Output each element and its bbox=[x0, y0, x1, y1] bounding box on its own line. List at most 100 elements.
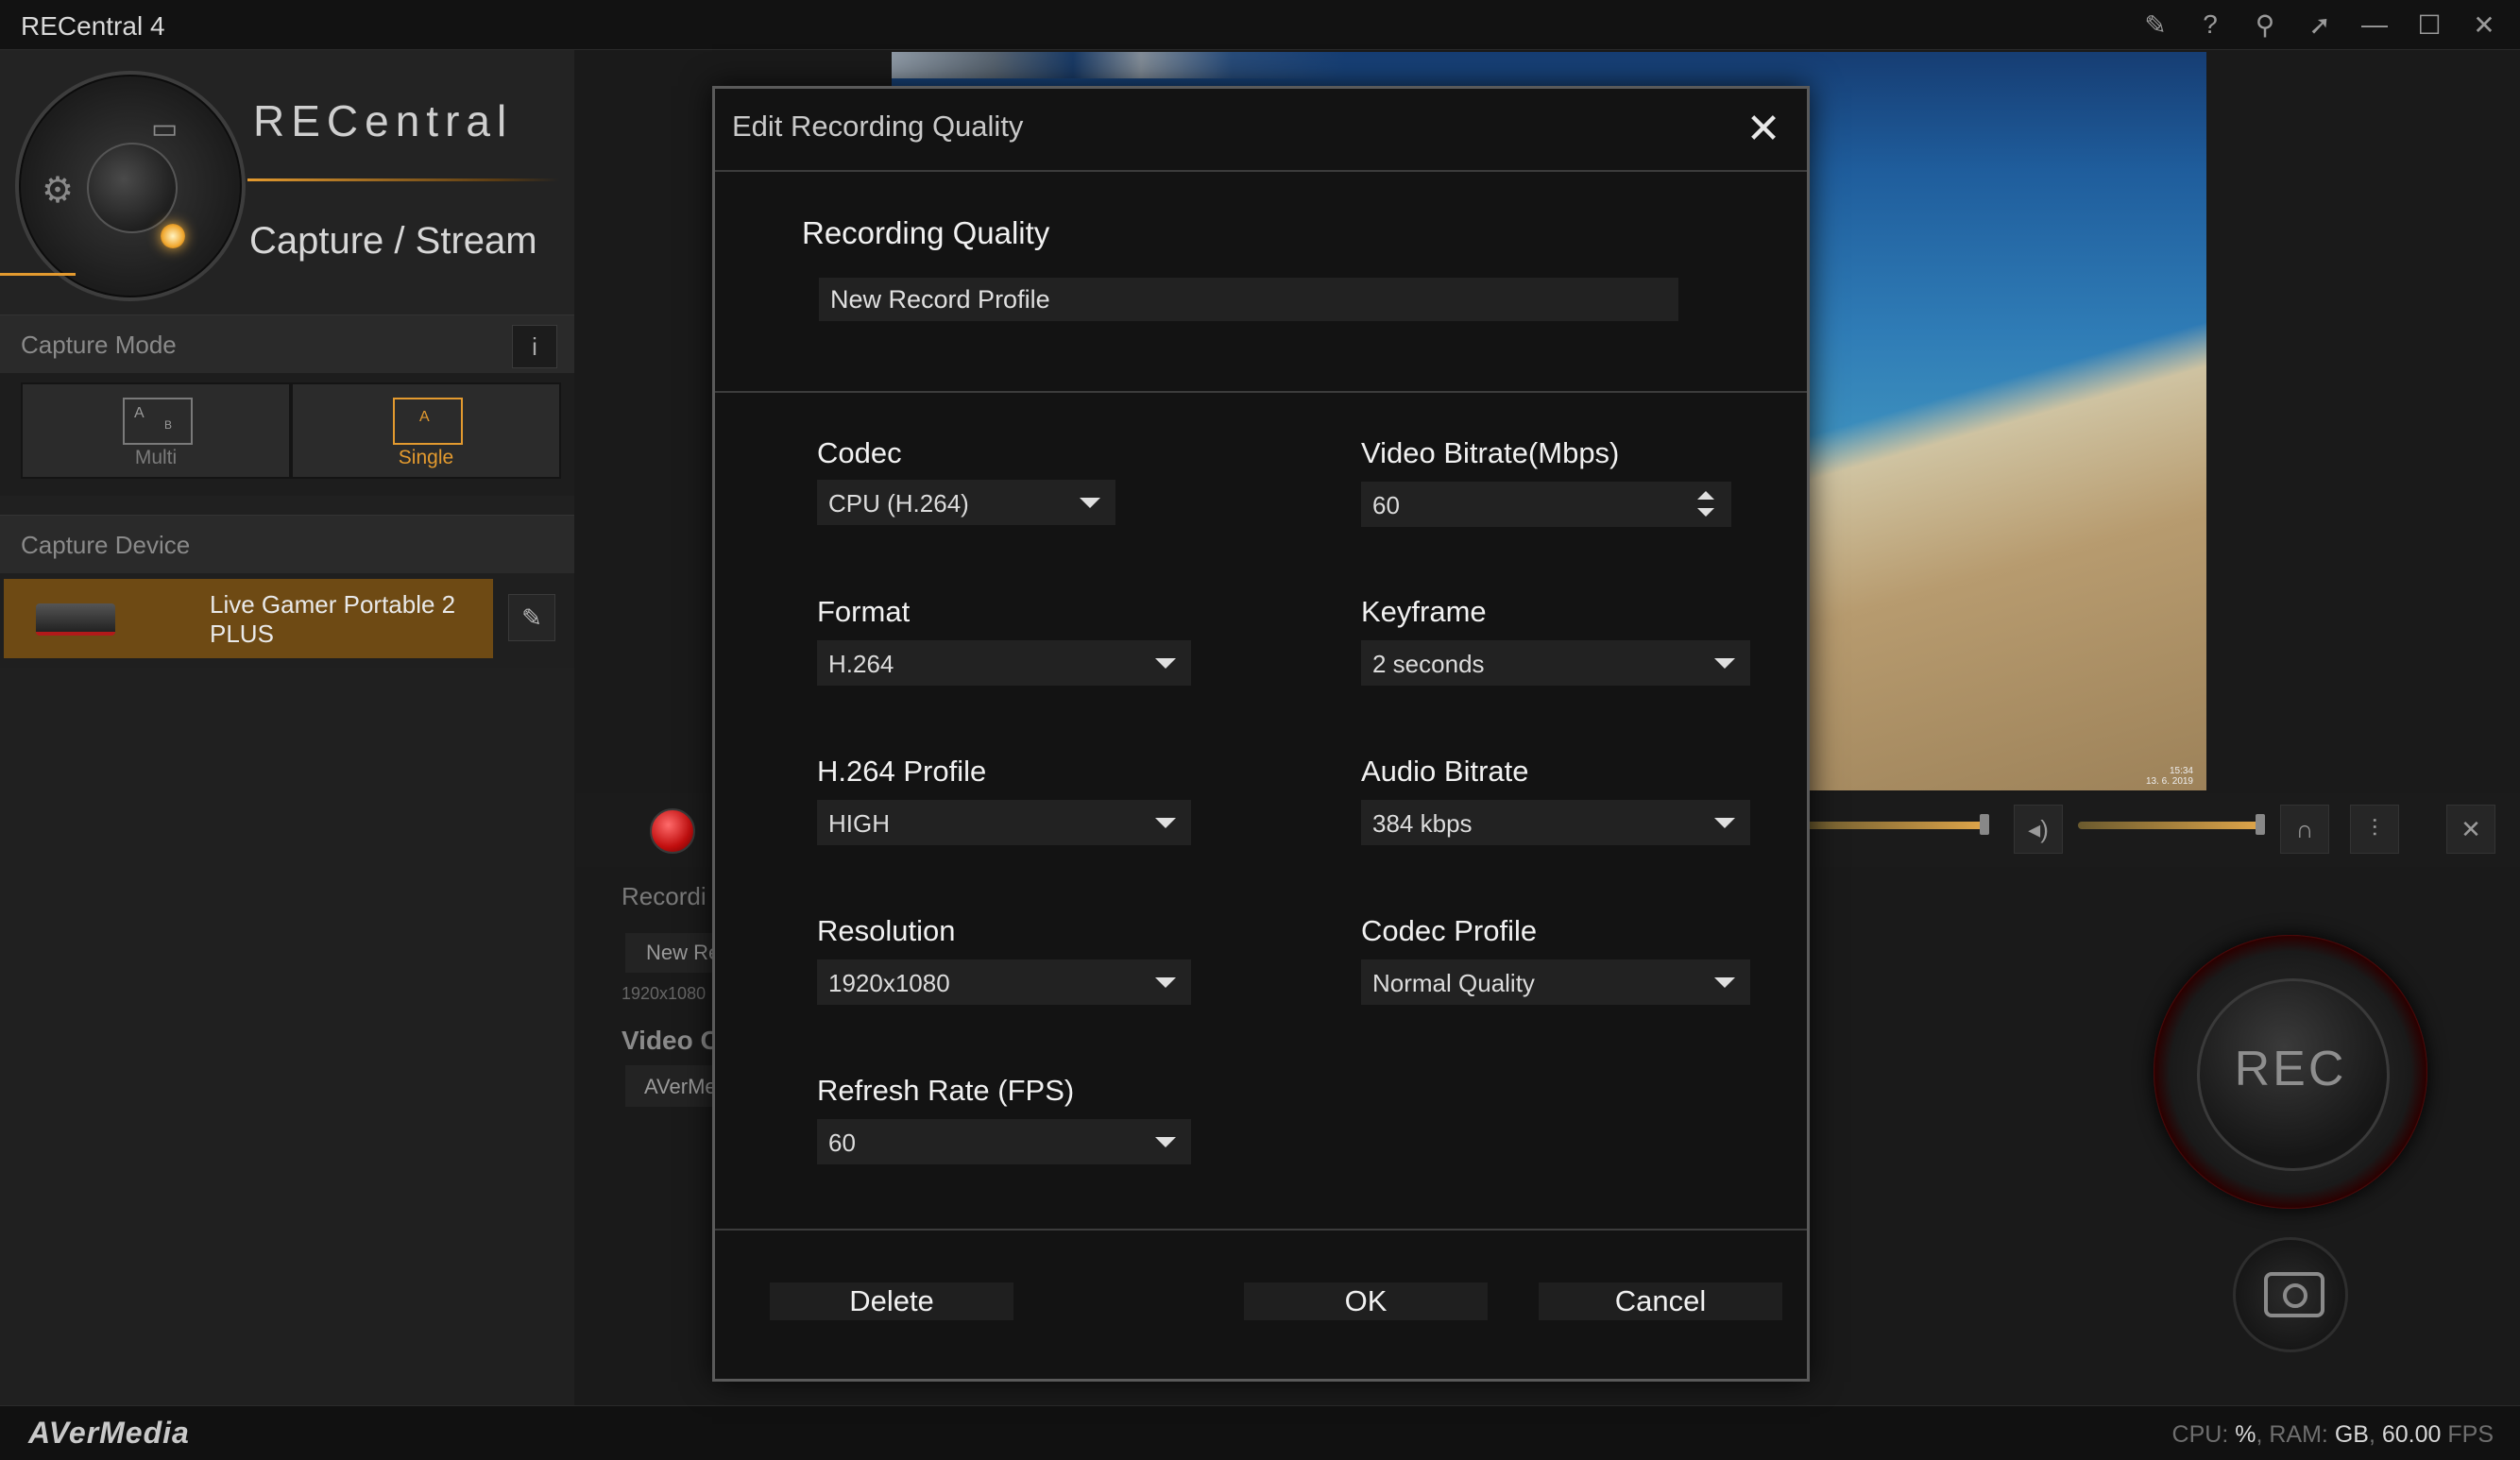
audio-bitrate-value: 384 kbps bbox=[1372, 809, 1473, 838]
fullscreen-icon[interactable]: ✕ bbox=[2446, 805, 2495, 854]
rec-button[interactable]: REC bbox=[2154, 935, 2427, 1209]
cancel-button[interactable]: Cancel bbox=[1539, 1282, 1782, 1320]
cpu-label: CPU: bbox=[2171, 1421, 2229, 1448]
dialog-divider-top bbox=[715, 391, 1807, 393]
speaker-icon[interactable]: ◂) bbox=[2014, 805, 2063, 854]
chevron-down-icon bbox=[1155, 818, 1176, 828]
capture-mode-label: Capture Mode bbox=[21, 331, 177, 359]
record-indicator[interactable] bbox=[650, 808, 695, 854]
chevron-down-icon bbox=[1714, 818, 1735, 828]
format-label: Format bbox=[817, 595, 911, 628]
info-button[interactable]: i bbox=[512, 325, 557, 368]
pencil-icon: ✎ bbox=[521, 603, 542, 632]
chevron-down-icon bbox=[1155, 977, 1176, 988]
maximize-icon[interactable]: ☐ bbox=[2412, 8, 2446, 42]
logo-area: ⚙ ▭ RECentral Capture / Stream bbox=[0, 50, 574, 314]
resolution-select[interactable]: 1920x1080 bbox=[817, 959, 1191, 1005]
video-bitrate-value: 60 bbox=[1372, 491, 1400, 519]
device-name: Live Gamer Portable 2 PLUS bbox=[210, 590, 456, 648]
refresh-rate-value: 60 bbox=[828, 1129, 856, 1157]
ok-button[interactable]: OK bbox=[1244, 1282, 1488, 1320]
stepper-up-icon[interactable] bbox=[1697, 491, 1714, 500]
system-stats: CPU: %, RAM: GB, 60.00 FPS bbox=[2171, 1421, 2494, 1448]
capture-device-label: Capture Device bbox=[21, 531, 191, 559]
ram-value: GB bbox=[2334, 1421, 2369, 1448]
codec-profile-value: Normal Quality bbox=[1372, 969, 1535, 997]
codec-label: Codec bbox=[817, 436, 902, 469]
h264-profile-value: HIGH bbox=[828, 809, 890, 838]
accent-underline bbox=[0, 273, 76, 276]
video-bitrate-label: Video Bitrate(Mbps) bbox=[1361, 436, 1620, 469]
delete-button[interactable]: Delete bbox=[770, 1282, 1013, 1320]
mixer-icon[interactable]: ⫶ bbox=[2350, 805, 2399, 854]
recording-quality-label: Recording Quality bbox=[802, 215, 1050, 250]
edit-recording-quality-dialog: Edit Recording Quality ✕ Recording Quali… bbox=[712, 86, 1810, 1382]
avermedia-logo: AVerMedia bbox=[28, 1416, 190, 1450]
codec-profile-label: Codec Profile bbox=[1361, 914, 1538, 947]
resolution-label: Resolution bbox=[817, 914, 956, 947]
volume-slider-1[interactable] bbox=[1806, 822, 1985, 829]
mode-single-label: Single bbox=[398, 447, 454, 468]
fps-label: FPS bbox=[2447, 1421, 2494, 1448]
stepper-down-icon[interactable] bbox=[1697, 508, 1714, 517]
device-thumbnail bbox=[36, 603, 115, 636]
timestamp-time: 15:34 bbox=[2169, 766, 2193, 776]
help-icon[interactable]: ? bbox=[2193, 8, 2227, 42]
refresh-rate-select[interactable]: 60 bbox=[817, 1119, 1191, 1164]
dialog-title: Edit Recording Quality bbox=[732, 110, 1024, 143]
mode-multi-button[interactable]: AB Multi bbox=[21, 382, 291, 479]
refresh-rate-label: Refresh Rate (FPS) bbox=[817, 1074, 1075, 1107]
mode-multi-label: Multi bbox=[134, 447, 178, 468]
h264-profile-select[interactable]: HIGH bbox=[817, 800, 1191, 845]
mode-single-button[interactable]: A Single bbox=[291, 382, 561, 479]
close-icon[interactable]: ✕ bbox=[1741, 106, 1786, 152]
pin-icon[interactable]: ⚲ bbox=[2248, 8, 2282, 42]
keyframe-select[interactable]: 2 seconds bbox=[1361, 640, 1750, 686]
window-controls: ✎ ? ⚲ ➚ — ☐ ✕ bbox=[2138, 8, 2501, 42]
dialog-divider-bottom bbox=[715, 1229, 1807, 1231]
audio-bitrate-label: Audio Bitrate bbox=[1361, 755, 1529, 788]
folder-icon[interactable]: ▭ bbox=[151, 112, 178, 145]
volume-slider-2[interactable] bbox=[2078, 822, 2263, 829]
format-select[interactable]: H.264 bbox=[817, 640, 1191, 686]
capture-mode-row: AB Multi A Single bbox=[0, 373, 574, 496]
format-value: H.264 bbox=[828, 650, 894, 678]
codec-select[interactable]: CPU (H.264) bbox=[817, 480, 1115, 525]
mode-subtitle: Capture / Stream bbox=[249, 220, 537, 262]
resolution-value: 1920x1080 bbox=[828, 969, 950, 997]
recording-profile-value: New Re bbox=[646, 941, 721, 964]
chevron-down-icon bbox=[1080, 498, 1100, 508]
headphones-icon[interactable]: ∩ bbox=[2280, 805, 2329, 854]
audio-bitrate-select[interactable]: 384 kbps bbox=[1361, 800, 1750, 845]
app-title: RECentral 4 bbox=[21, 11, 165, 41]
ram-label: , RAM: bbox=[2256, 1421, 2328, 1448]
chevron-down-icon bbox=[1155, 1137, 1176, 1147]
main-dial[interactable]: ⚙ ▭ bbox=[15, 71, 246, 301]
single-mode-icon: A bbox=[393, 398, 463, 445]
video-label: Video C bbox=[621, 1026, 720, 1055]
pin-icon[interactable]: ✎ bbox=[2138, 8, 2172, 42]
profile-name-input[interactable] bbox=[819, 278, 1678, 321]
capture-mode-header: Capture Mode i bbox=[0, 314, 574, 375]
preview-timestamp: 15:34 13. 6. 2019 bbox=[2146, 766, 2193, 787]
minimize-icon[interactable]: — bbox=[2358, 8, 2392, 42]
snapshot-button[interactable] bbox=[2233, 1237, 2348, 1352]
capture-device-row: Live Gamer Portable 2 PLUS ✎ bbox=[0, 573, 574, 668]
gear-icon[interactable]: ⚙ bbox=[42, 169, 74, 212]
recording-resolution-text: 1920x1080 bbox=[621, 984, 707, 1003]
codec-profile-select[interactable]: Normal Quality bbox=[1361, 959, 1750, 1005]
volume-slider-2-knob[interactable] bbox=[2256, 814, 2265, 835]
device-list-item[interactable]: Live Gamer Portable 2 PLUS bbox=[4, 579, 493, 658]
chevron-down-icon bbox=[1714, 658, 1735, 669]
pin-icon[interactable]: ➚ bbox=[2303, 8, 2337, 42]
video-bitrate-stepper[interactable]: 60 bbox=[1361, 482, 1731, 527]
timestamp-date: 13. 6. 2019 bbox=[2145, 776, 2193, 787]
chevron-down-icon bbox=[1155, 658, 1176, 669]
volume-slider-1-knob[interactable] bbox=[1980, 814, 1989, 835]
dial-center bbox=[87, 143, 178, 233]
edit-device-button[interactable]: ✎ bbox=[508, 594, 555, 641]
chevron-down-icon bbox=[1714, 977, 1735, 988]
camera-icon bbox=[2264, 1272, 2324, 1317]
close-icon[interactable]: ✕ bbox=[2467, 8, 2501, 42]
brand-divider bbox=[247, 178, 559, 181]
